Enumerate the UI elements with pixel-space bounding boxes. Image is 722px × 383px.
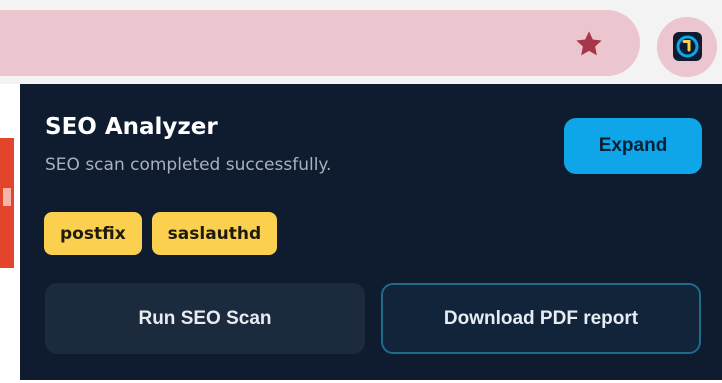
- run-seo-scan-button[interactable]: Run SEO Scan: [45, 283, 365, 354]
- extension-popup: SEO Analyzer SEO scan completed successf…: [20, 84, 722, 380]
- scan-status-text: SEO scan completed successfully.: [45, 155, 332, 175]
- extension-button[interactable]: [657, 17, 717, 77]
- tag-list: postfix saslauthd: [44, 212, 278, 255]
- address-bar[interactable]: [0, 10, 640, 76]
- download-pdf-report-button[interactable]: Download PDF report: [381, 283, 701, 354]
- tag-badge: postfix: [44, 212, 142, 255]
- expand-button[interactable]: Expand: [564, 118, 702, 174]
- browser-toolbar: [0, 0, 722, 84]
- screen: SEO Analyzer SEO scan completed successf…: [0, 0, 722, 383]
- tag-badge: saslauthd: [151, 212, 278, 255]
- popup-title: SEO Analyzer: [45, 114, 218, 140]
- star-icon[interactable]: [573, 28, 605, 60]
- page-content-banner: [0, 138, 14, 268]
- seo-analyzer-extension-icon: [673, 32, 702, 61]
